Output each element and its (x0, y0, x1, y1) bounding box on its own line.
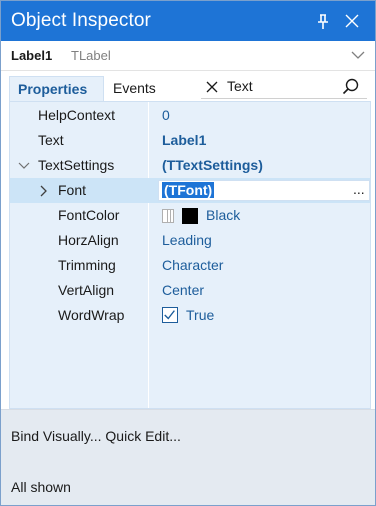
property-search[interactable]: Text (201, 75, 367, 99)
property-name: Trimming (58, 257, 116, 273)
property-name: FontColor (58, 207, 120, 223)
property-name: WordWrap (58, 307, 125, 323)
component-selector[interactable]: Label1 TLabel (1, 41, 375, 71)
pin-icon[interactable] (315, 13, 331, 31)
search-icon[interactable] (342, 78, 360, 96)
footer-actions: Bind Visually... Quick Edit... (11, 428, 181, 444)
tab-events[interactable]: Events (105, 76, 185, 101)
property-value[interactable]: Leading (162, 232, 212, 248)
wordwrap-checkbox[interactable] (162, 307, 178, 323)
property-name: Font (58, 182, 87, 198)
property-row-fontcolor[interactable]: FontColor Black (10, 203, 370, 228)
property-name: VertAlign (58, 282, 115, 298)
property-row-horzalign[interactable]: HorzAlign Leading (10, 228, 370, 253)
search-input[interactable]: Text (227, 78, 253, 94)
component-name: Label1 (11, 48, 53, 63)
quick-edit-link[interactable]: Quick Edit... (105, 428, 180, 444)
title-bar: Object Inspector (1, 1, 375, 41)
component-type: TLabel (71, 48, 111, 63)
property-value-editor[interactable]: (TFont) ... (158, 180, 370, 201)
property-name: HelpContext (38, 107, 116, 123)
chevron-right-icon[interactable] (38, 185, 50, 197)
checkmark-icon (164, 310, 175, 320)
property-name: HorzAlign (58, 232, 119, 248)
property-row-font[interactable]: Font (TFont) ... (10, 178, 370, 203)
property-value[interactable]: (TTextSettings) (162, 157, 263, 173)
property-value[interactable]: 0 (162, 107, 170, 123)
property-value[interactable]: True (186, 307, 214, 323)
window-title: Object Inspector (11, 10, 151, 31)
property-name: Text (38, 132, 64, 148)
close-icon[interactable] (344, 13, 360, 29)
property-value[interactable]: (TFont) (162, 182, 215, 198)
property-value[interactable]: Label1 (162, 132, 206, 148)
property-value[interactable]: Center (162, 282, 204, 298)
inspector-footer: Bind Visually... Quick Edit... All shown (1, 409, 375, 505)
color-swatch[interactable] (162, 208, 202, 224)
chevron-down-icon[interactable] (18, 160, 30, 172)
property-row-textsettings[interactable]: TextSettings (TTextSettings) (10, 153, 370, 178)
property-row-wordwrap[interactable]: WordWrap True (10, 303, 370, 328)
clear-search-icon[interactable] (206, 81, 218, 93)
property-row-helpcontext[interactable]: HelpContext 0 (10, 103, 370, 128)
status-text: All shown (11, 479, 71, 495)
tab-properties[interactable]: Properties (9, 76, 104, 101)
color-picker-icon (162, 209, 174, 223)
property-grid: HelpContext 0 Text Label1 TextSettings (… (9, 101, 371, 409)
bind-visually-link[interactable]: Bind Visually... (11, 428, 102, 444)
chevron-down-icon[interactable] (351, 50, 365, 60)
color-sample (182, 208, 198, 224)
property-value[interactable]: Black (206, 207, 240, 223)
property-row-vertalign[interactable]: VertAlign Center (10, 278, 370, 303)
object-inspector-window: Object Inspector Label1 TLabel Propertie… (0, 0, 376, 506)
property-row-trimming[interactable]: Trimming Character (10, 253, 370, 278)
ellipsis-button[interactable]: ... (353, 181, 365, 197)
property-name: TextSettings (38, 157, 115, 173)
property-value[interactable]: Character (162, 257, 223, 273)
property-row-text[interactable]: Text Label1 (10, 128, 370, 153)
